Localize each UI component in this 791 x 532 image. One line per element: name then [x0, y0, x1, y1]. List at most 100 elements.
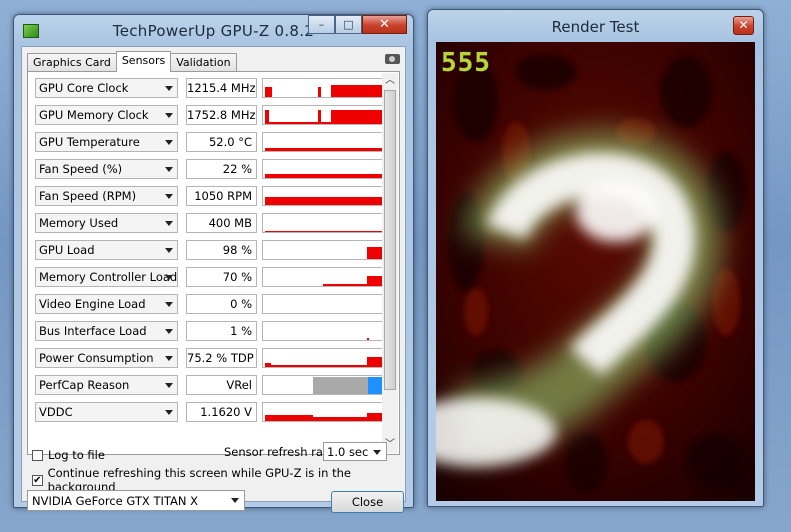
- sensor-graph-fill: [265, 413, 384, 421]
- sensor-name-dropdown[interactable]: VDDC: [35, 402, 178, 422]
- sensor-name-label: Power Consumption: [39, 351, 154, 365]
- continue-refresh-checkbox[interactable]: ✔: [32, 474, 43, 486]
- chevron-down-icon: [165, 140, 173, 145]
- scroll-up-arrow-icon[interactable]: ︿: [382, 73, 398, 89]
- sensor-value: 75.2 % TDP: [186, 348, 257, 368]
- sensor-name-dropdown[interactable]: Fan Speed (RPM): [35, 186, 178, 206]
- sensor-row: GPU Temperature 52.0 °C: [35, 132, 385, 152]
- sensor-name-dropdown[interactable]: PerfCap Reason: [35, 375, 178, 395]
- sensor-graph: [262, 402, 385, 422]
- sensor-value: 1050 RPM: [186, 186, 257, 206]
- sensor-graph-fill: [265, 357, 384, 367]
- sensor-name-dropdown[interactable]: Memory Controller Load: [35, 267, 178, 287]
- sensor-graph-plot: [313, 377, 384, 394]
- vertical-scrollbar[interactable]: ︿ ﹀: [382, 73, 398, 453]
- sensor-graph-plot: [263, 295, 385, 314]
- tab-validation[interactable]: Validation: [170, 53, 237, 71]
- sensor-row: Video Engine Load 0 %: [35, 294, 385, 314]
- chevron-down-icon: [165, 86, 173, 91]
- chevron-down-icon: [165, 167, 173, 172]
- sensor-graph: [262, 321, 385, 341]
- gpuz-window: TechPowerUp GPU-Z 0.8.2 – □ ✕ Graphics C…: [13, 14, 414, 513]
- tab-sensors[interactable]: Sensors: [115, 51, 172, 72]
- render-test-title: Render Test: [551, 18, 640, 36]
- sensor-graph: [262, 132, 385, 152]
- sensor-name-label: GPU Memory Clock: [39, 108, 149, 122]
- log-to-file-checkbox[interactable]: [32, 449, 43, 461]
- sensor-graph: [262, 348, 385, 368]
- close-window-button[interactable]: ✕: [362, 15, 407, 34]
- gpuz-titlebar[interactable]: TechPowerUp GPU-Z 0.8.2 – □ ✕: [14, 15, 413, 47]
- sensor-graph-fill: [367, 338, 369, 340]
- sensor-name-dropdown[interactable]: Video Engine Load: [35, 294, 178, 314]
- sensor-name-label: GPU Temperature: [39, 135, 140, 149]
- gpu-select[interactable]: NVIDIA GeForce GTX TITAN X: [27, 490, 245, 511]
- sensor-graph-plot: [367, 338, 369, 340]
- tab-graphics-card[interactable]: Graphics Card: [27, 53, 117, 71]
- sensor-row: GPU Load 98 %: [35, 240, 385, 260]
- fps-counter: 555: [441, 48, 491, 78]
- sensor-row: PerfCap Reason VRel: [35, 375, 385, 395]
- sensor-value: 1752.8 MHz: [186, 105, 257, 125]
- sensor-name-dropdown[interactable]: Power Consumption: [35, 348, 178, 368]
- render-canvas[interactable]: 555: [436, 42, 755, 501]
- render-test-window: Render Test ✕ 555: [427, 9, 764, 507]
- scroll-thumb[interactable]: [384, 90, 396, 390]
- sensor-row: VDDC 1.1620 V: [35, 402, 385, 422]
- sensor-name-dropdown[interactable]: GPU Core Clock: [35, 78, 178, 98]
- sensor-graph: [262, 294, 385, 314]
- sensor-name-label: Fan Speed (RPM): [39, 189, 137, 203]
- sensor-graph-plot: [265, 148, 384, 151]
- chevron-down-icon: [165, 248, 173, 253]
- close-button[interactable]: Close: [331, 491, 404, 513]
- sensor-name-label: GPU Core Clock: [39, 81, 129, 95]
- sensor-graph: [262, 375, 385, 395]
- sensor-graph: [262, 159, 385, 179]
- sensor-row: Power Consumption 75.2 % TDP: [35, 348, 385, 368]
- log-to-file-option[interactable]: Log to file: [32, 448, 105, 462]
- sensor-name-label: Memory Used: [39, 216, 119, 230]
- refresh-rate-select[interactable]: 1.0 sec: [323, 442, 387, 461]
- minimize-button[interactable]: –: [308, 15, 335, 34]
- maximize-button[interactable]: □: [335, 15, 362, 34]
- sensor-row: Memory Controller Load 70 %: [35, 267, 385, 287]
- sensor-value: 22 %: [186, 159, 257, 179]
- sensor-value: 70 %: [186, 267, 257, 287]
- sensor-value: VRel: [186, 375, 257, 395]
- sensor-value: 0 %: [186, 294, 257, 314]
- sensor-value: 1.1620 V: [186, 402, 257, 422]
- sensor-name-dropdown[interactable]: GPU Temperature: [35, 132, 178, 152]
- log-to-file-label: Log to file: [48, 448, 105, 462]
- sensor-value: 98 %: [186, 240, 257, 260]
- gpuz-client-area: Graphics Card Sensors Validation GPU Cor…: [21, 46, 406, 513]
- tab-strip: Graphics Card Sensors Validation: [27, 51, 237, 72]
- refresh-rate-value: 1.0 sec: [327, 445, 369, 459]
- sensor-name-label: VDDC: [39, 405, 73, 419]
- sensor-graph-fill: [265, 110, 384, 124]
- sensor-name-dropdown[interactable]: Fan Speed (%): [35, 159, 178, 179]
- perfcap-gray-bar: [313, 377, 368, 394]
- sensor-graph-plot: [265, 110, 384, 124]
- sensor-graph: [262, 267, 385, 287]
- gpuz-caption-buttons: – □ ✕: [308, 15, 407, 35]
- sensor-name-dropdown[interactable]: GPU Load: [35, 240, 178, 260]
- chevron-down-icon: [231, 498, 239, 503]
- chevron-down-icon: [165, 329, 173, 334]
- sensor-name-label: GPU Load: [39, 243, 95, 257]
- sensor-graph: [262, 105, 385, 125]
- sensor-graph-plot: [265, 413, 384, 421]
- sensor-graph-plot: [265, 357, 384, 367]
- sensor-row: GPU Memory Clock 1752.8 MHz: [35, 105, 385, 125]
- sensor-name-dropdown[interactable]: GPU Memory Clock: [35, 105, 178, 125]
- sensor-name-label: Memory Controller Load: [39, 270, 178, 284]
- chevron-down-icon: [165, 302, 173, 307]
- camera-icon[interactable]: [385, 54, 400, 64]
- render-test-close-button[interactable]: ✕: [733, 16, 754, 35]
- sensor-graph: [262, 213, 385, 233]
- sensor-name-label: Fan Speed (%): [39, 162, 123, 176]
- sensor-name-dropdown[interactable]: Memory Used: [35, 213, 178, 233]
- sensor-name-dropdown[interactable]: Bus Interface Load: [35, 321, 178, 341]
- sensor-graph-fill: [323, 276, 384, 286]
- sensor-name-label: PerfCap Reason: [39, 378, 130, 392]
- sensor-row: Fan Speed (RPM) 1050 RPM: [35, 186, 385, 206]
